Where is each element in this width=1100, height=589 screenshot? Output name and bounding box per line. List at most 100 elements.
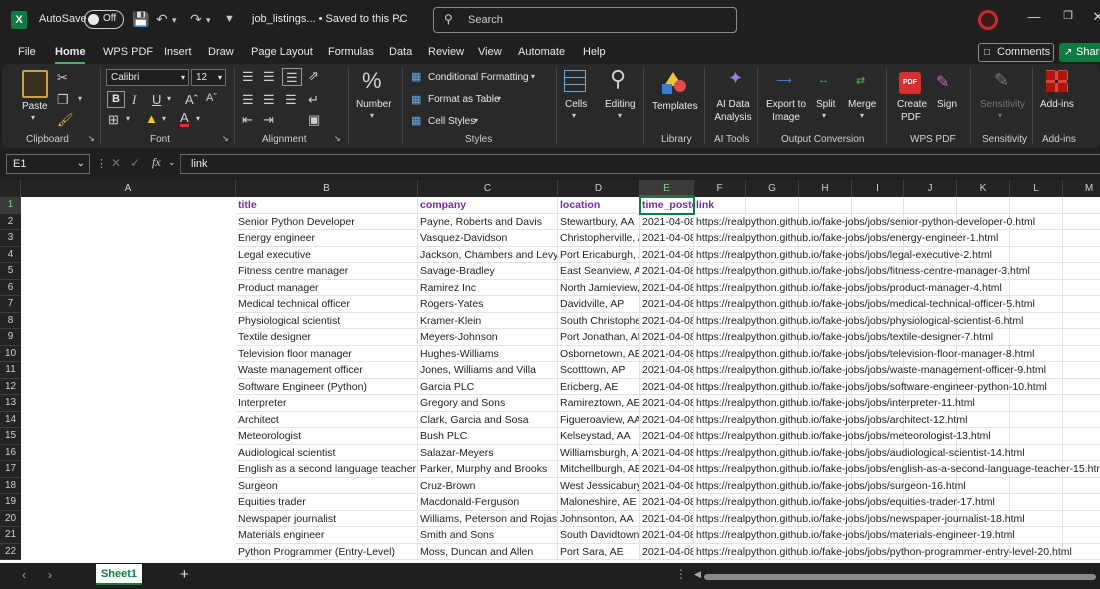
column-header-f[interactable]: F: [694, 180, 746, 197]
table-cell[interactable]: Newspaper journalist: [236, 510, 418, 527]
table-cell[interactable]: 2021-04-08: [640, 312, 694, 329]
table-cell[interactable]: Maloneshire, AE: [558, 494, 640, 511]
account-avatar[interactable]: [978, 10, 998, 30]
table-cell[interactable]: Davidville, AP: [558, 296, 640, 313]
restore-icon[interactable]: ❐: [1058, 9, 1078, 22]
table-cell[interactable]: https://realpython.github.io/fake-jobs/j…: [694, 296, 1100, 313]
merge-button[interactable]: Merge: [848, 98, 876, 111]
table-cell[interactable]: https://realpython.github.io/fake-jobs/j…: [694, 346, 1100, 362]
table-cell[interactable]: Television floor manager: [236, 345, 418, 362]
copy-icon[interactable]: ❐: [57, 92, 69, 108]
table-cell[interactable]: Surgeon: [236, 477, 418, 494]
search-input[interactable]: ⚲ Search: [433, 7, 737, 33]
table-cell[interactable]: Port Ericaburgh, AA: [558, 246, 640, 263]
table-cell[interactable]: https://realpython.github.io/fake-jobs/j…: [694, 362, 1100, 379]
table-cell[interactable]: 2021-04-08: [640, 411, 694, 428]
row-header[interactable]: 17: [0, 461, 21, 478]
row-header[interactable]: 14: [0, 411, 21, 428]
table-cell[interactable]: 2021-04-08: [640, 329, 694, 346]
table-cell[interactable]: Hughes-Williams: [418, 345, 558, 362]
table-cell[interactable]: 2021-04-08: [640, 230, 694, 247]
add-ins-icon[interactable]: [1046, 70, 1068, 92]
align-bottom-icon[interactable]: ☰: [282, 68, 302, 86]
column-header-k[interactable]: K: [957, 180, 1010, 197]
row-header[interactable]: 16: [0, 444, 21, 461]
row-header[interactable]: 8: [0, 312, 21, 329]
table-cell[interactable]: 2021-04-08: [640, 428, 694, 445]
split-icon[interactable]: ↔: [818, 74, 829, 86]
table-cell[interactable]: https://realpython.github.io/fake-jobs/j…: [694, 214, 1100, 230]
table-cell[interactable]: 2021-04-08: [640, 345, 694, 362]
font-size-select[interactable]: 12 ▾: [191, 69, 226, 86]
paste-icon[interactable]: [22, 70, 48, 98]
table-cell[interactable]: Medical technical officer: [236, 296, 418, 313]
table-cell[interactable]: Christopherville, AA: [558, 230, 640, 247]
table-cell[interactable]: Smith and Sons: [418, 527, 558, 544]
table-cell[interactable]: Kramer-Klein: [418, 312, 558, 329]
empty-cell[interactable]: [904, 197, 957, 214]
table-cell[interactable]: https://realpython.github.io/fake-jobs/j…: [694, 280, 1100, 296]
ai-sparkle-icon[interactable]: ✦: [728, 68, 743, 89]
tab-data[interactable]: Data: [389, 46, 412, 58]
name-box[interactable]: E1 ⌄: [6, 154, 90, 174]
table-cell[interactable]: https://realpython.github.io/fake-jobs/j…: [694, 329, 1100, 346]
tab-automate[interactable]: Automate: [518, 46, 565, 58]
table-cell[interactable]: Macdonald-Ferguson: [418, 494, 558, 511]
tab-file[interactable]: File: [18, 46, 36, 58]
table-cell[interactable]: Textile designer: [236, 329, 418, 346]
table-cell[interactable]: https://realpython.github.io/fake-jobs/j…: [694, 428, 1100, 445]
table-cell[interactable]: Product manager: [236, 279, 418, 296]
table-cell[interactable]: Equities trader: [236, 494, 418, 511]
table-cell[interactable]: English as a second language teacher: [236, 461, 418, 478]
table-cell[interactable]: 2021-04-08: [640, 494, 694, 511]
tab-wps-pdf[interactable]: WPS PDF: [103, 46, 153, 58]
table-cell[interactable]: Gregory and Sons: [418, 395, 558, 412]
chevron-down-icon[interactable]: ▾: [497, 94, 501, 103]
minimize-icon[interactable]: —: [1024, 9, 1044, 24]
table-cell[interactable]: Osbornetown, AE: [558, 345, 640, 362]
row-header[interactable]: 10: [0, 345, 21, 362]
table-cell[interactable]: Bush PLC: [418, 428, 558, 445]
header-cell[interactable]: link: [694, 197, 746, 214]
row-header[interactable]: 22: [0, 543, 21, 560]
fill-dropdown-icon[interactable]: ▾: [162, 114, 166, 123]
column-header-m[interactable]: M: [1063, 180, 1100, 197]
increase-font-icon[interactable]: Aˆ: [185, 92, 198, 107]
cells-dropdown-icon[interactable]: ▾: [572, 111, 576, 120]
column-header-g[interactable]: G: [746, 180, 799, 197]
header-cell[interactable]: title: [236, 197, 418, 214]
tab-formulas[interactable]: Formulas: [328, 46, 374, 58]
tab-review[interactable]: Review: [428, 46, 464, 58]
redo-icon[interactable]: ↷: [190, 11, 202, 28]
export-image-icon[interactable]: ⟶: [776, 74, 792, 87]
table-cell[interactable]: Jones, Williams and Villa: [418, 362, 558, 379]
wrap-text-icon[interactable]: ↵: [308, 92, 319, 108]
merge-icon[interactable]: ⇄: [856, 74, 865, 87]
underline-dropdown-icon[interactable]: ▾: [167, 94, 171, 103]
tab-insert[interactable]: Insert: [164, 46, 192, 58]
row-header[interactable]: 5: [0, 263, 21, 280]
table-cell[interactable]: Salazar-Meyers: [418, 444, 558, 461]
table-cell[interactable]: Fitness centre manager: [236, 263, 418, 280]
table-cell[interactable]: Clark, Garcia and Sosa: [418, 411, 558, 428]
align-left-icon[interactable]: ☰: [242, 92, 254, 108]
table-cell[interactable]: Kelseystad, AA: [558, 428, 640, 445]
table-cell[interactable]: Parker, Murphy and Brooks: [418, 461, 558, 478]
row-header[interactable]: 11: [0, 362, 21, 379]
export-to-image-button[interactable]: Export to Image: [764, 98, 808, 124]
align-center-icon[interactable]: ☰: [263, 92, 275, 108]
empty-cell[interactable]: [799, 197, 852, 214]
templates-button[interactable]: Templates: [652, 100, 698, 113]
table-cell[interactable]: Python Programmer (Entry-Level): [236, 543, 418, 560]
table-cell[interactable]: Audiological scientist: [236, 444, 418, 461]
chevron-down-icon[interactable]: ▾: [474, 116, 478, 125]
table-cell[interactable]: 2021-04-08: [640, 246, 694, 263]
number-dropdown-icon[interactable]: ▾: [370, 111, 374, 120]
editing-button[interactable]: Editing: [605, 98, 636, 111]
table-cell[interactable]: Legal executive: [236, 246, 418, 263]
table-cell[interactable]: https://realpython.github.io/fake-jobs/j…: [694, 494, 1100, 511]
alignment-launcher-icon[interactable]: ↘: [334, 134, 341, 143]
table-cell[interactable]: https://realpython.github.io/fake-jobs/j…: [694, 230, 1100, 247]
column-header-e[interactable]: E: [640, 180, 694, 197]
table-cell[interactable]: Mitchellburgh, AE: [558, 461, 640, 478]
